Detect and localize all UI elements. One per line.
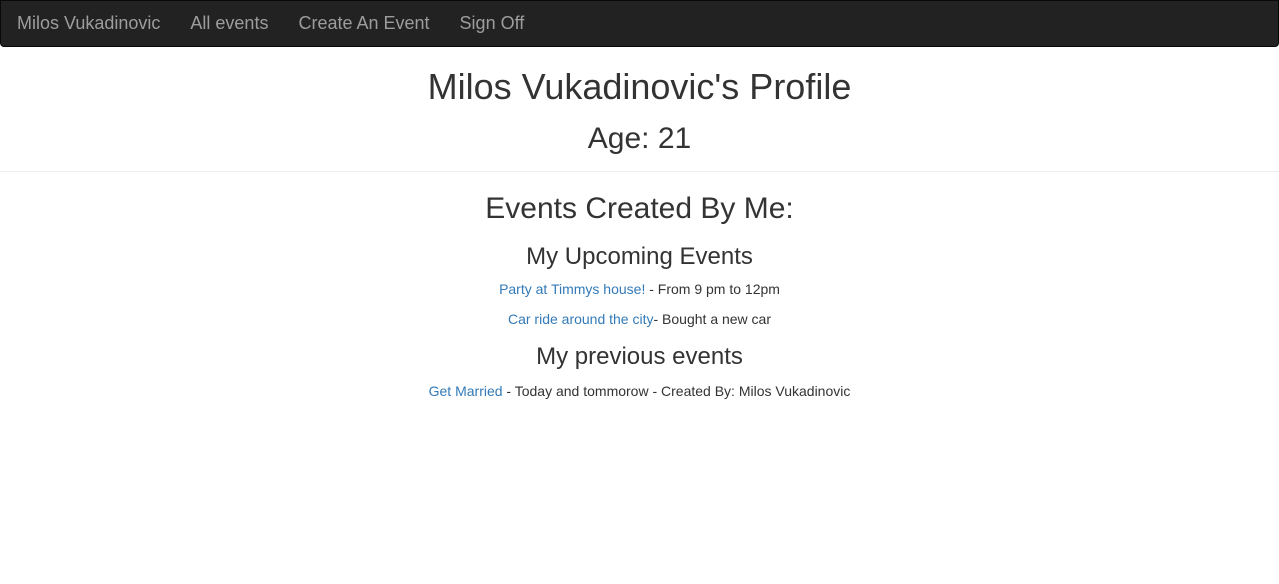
list-item: Party at Timmys house! - From 9 pm to 12… [0, 279, 1279, 299]
nav-link-create-event[interactable]: Create An Event [283, 0, 444, 47]
profile-age: Age: 21 [587, 122, 692, 155]
event-link-car-ride[interactable]: Car ride around the city [508, 311, 654, 327]
events-title: Events Created By Me: [485, 192, 794, 225]
profile-header: Milos Vukadinovic's Profile Age: 21 [0, 47, 1279, 172]
events-section: Events Created By Me: My Upcoming Events… [0, 172, 1279, 401]
event-detail: - Bought a new car [653, 311, 772, 327]
list-item: Car ride around the city- Bought a new c… [0, 309, 1279, 329]
top-navbar: Milos Vukadinovic All events Create An E… [0, 0, 1279, 47]
event-link-get-married[interactable]: Get Married [429, 383, 503, 399]
event-detail: - Today and tommorow - Created By: Milos… [502, 383, 851, 399]
event-link-party[interactable]: Party at Timmys house! [499, 281, 645, 297]
list-item: Get Married - Today and tommorow - Creat… [0, 381, 1279, 401]
previous-events-title: My previous events [536, 343, 743, 370]
nav-link-all-events[interactable]: All events [175, 0, 283, 47]
event-detail: - From 9 pm to 12pm [645, 281, 780, 297]
navbar-brand-link[interactable]: Milos Vukadinovic [2, 0, 175, 47]
upcoming-events-title: My Upcoming Events [526, 243, 753, 270]
page-title: Milos Vukadinovic's Profile [427, 66, 852, 107]
nav-link-sign-off[interactable]: Sign Off [445, 0, 540, 47]
